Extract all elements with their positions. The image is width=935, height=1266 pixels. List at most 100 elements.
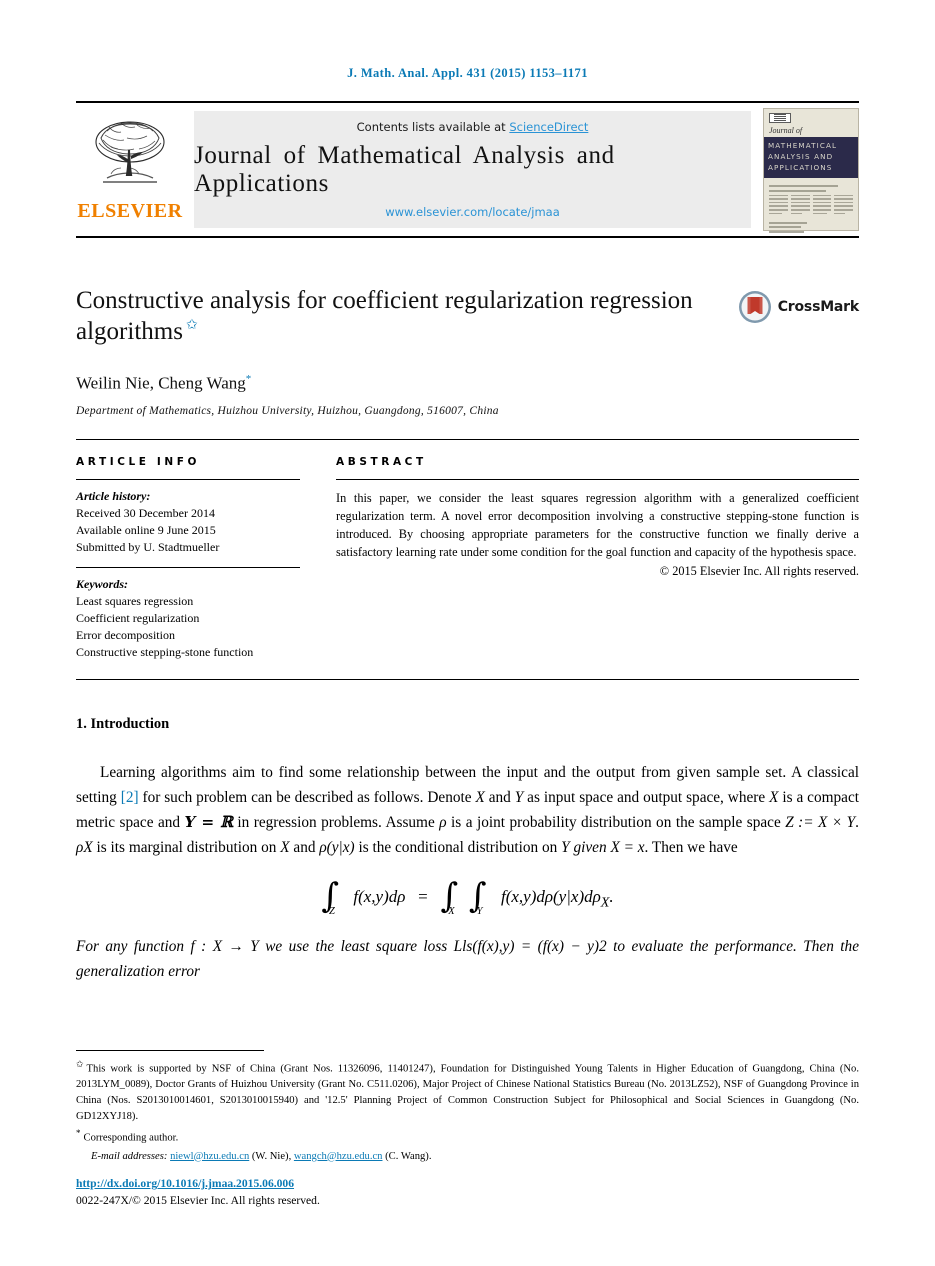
funding-footnote-marker[interactable]: ✩: [186, 318, 198, 333]
equation-integrand-right: f(x,y)dρ(y|x)dρX.: [496, 886, 614, 911]
email-owner-nie: (W. Nie),: [251, 1150, 292, 1162]
keyword-item: Coefficient regularization: [76, 610, 200, 625]
cover-band-line-1: MATHEMATICAL: [768, 141, 838, 150]
math-X: X: [280, 839, 290, 857]
math-rho-X: ρX: [76, 839, 93, 857]
cover-band-line-2: ANALYSIS AND: [768, 151, 834, 161]
par1-part-k: . Then we have: [644, 839, 738, 857]
email-link-nie[interactable]: niewl@hzu.edu.cn: [170, 1151, 249, 1162]
par1-and: and: [484, 788, 515, 806]
keyword-item: Error decomposition: [76, 627, 175, 642]
article-title-text: Constructive analysis for coefficient re…: [76, 287, 693, 345]
corresponding-author-footnote: * Corresponding author.: [76, 1127, 859, 1146]
body-paragraph: For any function f : X → Y we use the le…: [76, 935, 859, 985]
footnote-block: ✩ This work is supported by NSF of China …: [76, 1050, 859, 1210]
equation-equals: =: [409, 886, 437, 906]
cover-band-line-3: APPLICATIONS: [768, 162, 833, 172]
par1-part-b: for such problem can be described as fol…: [138, 788, 476, 806]
cover-elsevier-badge-icon: [769, 113, 791, 123]
article-info-column: ARTICLE INFO Article history: Received 3…: [76, 456, 300, 661]
running-head: J. Math. Anal. Appl. 431 (2015) 1153–117…: [347, 66, 588, 80]
email-link-wang[interactable]: wangch@hzu.edu.cn: [294, 1151, 383, 1162]
math-Y: Y: [514, 788, 524, 806]
citation-link-2[interactable]: [2]: [121, 789, 139, 806]
par1-part-e: in regression problems. Assume: [232, 814, 440, 832]
article-history-item: Submitted by U. Stadtmueller: [76, 539, 220, 554]
par1-part-c: as input space and output space, where: [523, 788, 770, 806]
page-title: Constructive analysis for coefficient re…: [76, 286, 696, 347]
elsevier-tree-icon: [95, 121, 165, 183]
keyword-item: Least squares regression: [76, 593, 194, 608]
corresponding-author-marker[interactable]: *: [246, 373, 252, 385]
info-abstract-row: ARTICLE INFO Article history: Received 3…: [76, 438, 859, 661]
email-footnote: E-mail addresses: niewl@hzu.edu.cn (W. N…: [91, 1149, 859, 1165]
sciencedirect-link[interactable]: ScienceDirect: [509, 120, 588, 134]
paper-page: J. Math. Anal. Appl. 431 (2015) 1153–117…: [0, 0, 935, 1266]
body-paragraph: Learning algorithms aim to find some rel…: [76, 761, 859, 861]
math-rho-conditional: ρ(y|x): [319, 839, 355, 857]
abstract-divider: [336, 478, 859, 480]
journal-title: Journal of Mathematical Analysis and App…: [194, 141, 615, 197]
par1-part-f: is a joint probability distribution on t…: [446, 814, 786, 832]
display-equation-1: ∫Z f(x,y)dρ = ∫X ∫Y f(x,y)dρ(y|x)dρX.: [76, 879, 859, 917]
integral-subscript-X: X: [448, 905, 455, 917]
article-history-item: Received 30 December 2014: [76, 505, 215, 520]
journal-url-link[interactable]: www.elsevier.com/locate/jmaa: [385, 205, 560, 219]
contents-available-line: Contents lists available at ScienceDirec…: [357, 120, 589, 134]
journal-cover-thumbnail: Journal of MATHEMATICAL ANALYSIS AND APP…: [763, 108, 859, 234]
crossmark-label: CrossMark: [777, 299, 859, 315]
math-Z-def: Z := X × Y: [785, 814, 856, 832]
integral-subscript-Z: Z: [329, 905, 335, 917]
par1-part-i: and: [289, 839, 320, 857]
contents-prefix: Contents lists available at: [356, 120, 510, 134]
corresponding-author-text: Corresponding author.: [83, 1132, 179, 1144]
par1-part-j: is the conditional distribution on: [354, 839, 562, 857]
math-rho: ρ: [439, 814, 447, 832]
equation-integrand-left: f(x,y)dρ: [349, 886, 406, 906]
par1-part-h: is its marginal distribution on: [92, 839, 281, 857]
affiliation: Department of Mathematics, Huizhou Unive…: [76, 404, 499, 417]
funding-footnote-text: This work is supported by NSF of China (…: [76, 1063, 859, 1123]
math-Y-given-X: Y given X = x: [561, 839, 645, 857]
abstract-column: ABSTRACT In this paper, we consider the …: [336, 456, 859, 661]
crossmark-badge[interactable]: CrossMark: [738, 290, 859, 324]
funding-footnote-marker: ✩: [76, 1059, 84, 1069]
elsevier-logo: ELSEVIER: [76, 103, 184, 236]
article-info-divider: [76, 478, 300, 480]
cover-text-placeholder: [769, 185, 853, 234]
math-Y-equals-R: Y = ℝ: [184, 813, 233, 832]
email-owner-wang: (C. Wang).: [385, 1150, 432, 1162]
doi-link[interactable]: http://dx.doi.org/10.1016/j.jmaa.2015.06…: [76, 1177, 294, 1190]
funding-footnote: ✩ This work is supported by NSF of China …: [76, 1058, 859, 1125]
email-addresses-label: E-mail addresses:: [91, 1150, 168, 1162]
issn-copyright-line: 0022-247X/© 2015 Elsevier Inc. All right…: [76, 1194, 320, 1208]
elsevier-wordmark: ELSEVIER: [77, 200, 183, 222]
keywords-label: Keywords:: [76, 576, 128, 591]
authors-text: Weilin Nie, Cheng Wang: [76, 373, 246, 393]
abstract-bottom-rule: [76, 678, 859, 680]
cover-title-band: MATHEMATICAL ANALYSIS AND APPLICATIONS: [764, 137, 858, 179]
par1-part-g: .: [855, 814, 859, 832]
footnote-rule: [76, 1050, 264, 1051]
abstract-copyright: © 2015 Elsevier Inc. All rights reserved…: [659, 563, 859, 578]
abstract-heading: ABSTRACT: [336, 455, 427, 468]
journal-masthead: ELSEVIER Contents lists available at Sci…: [76, 101, 859, 238]
crossmark-icon: [738, 291, 771, 323]
math-X: X: [475, 788, 485, 806]
journal-banner: Contents lists available at ScienceDirec…: [194, 111, 751, 228]
article-info-heading: ARTICLE INFO: [76, 455, 201, 468]
corresponding-author-marker: *: [76, 1128, 81, 1139]
abstract-text: In this paper, we consider the least squ…: [336, 490, 859, 559]
introduction-section: 1. Introduction Learning algorithms aim …: [76, 716, 859, 985]
cover-journal-of-label: Journal of: [769, 126, 803, 135]
article-history-label: Article history:: [76, 488, 151, 503]
author-list: Weilin Nie, Cheng Wang*: [76, 373, 859, 394]
section-heading-introduction: 1. Introduction: [76, 715, 170, 732]
keyword-item: Constructive stepping-stone function: [76, 644, 254, 659]
par2-text: For any function f : X → Y we use the le…: [76, 938, 859, 981]
article-history-item: Available online 9 June 2015: [76, 522, 216, 537]
doi-block: http://dx.doi.org/10.1016/j.jmaa.2015.06…: [76, 1176, 859, 1210]
keywords-divider: [76, 566, 300, 568]
integral-subscript-Y: Y: [476, 905, 483, 917]
title-block: Constructive analysis for coefficient re…: [76, 286, 859, 417]
